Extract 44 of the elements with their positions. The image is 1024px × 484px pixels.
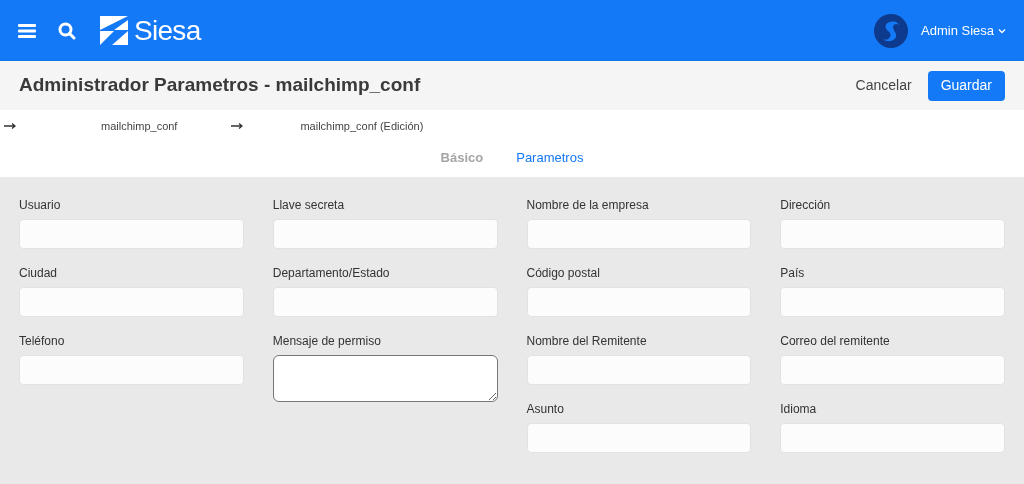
save-button[interactable]: Guardar [927,70,1005,101]
breadcrumb-item[interactable]: mailchimp_conf [101,117,178,135]
field-label: Idioma [780,402,818,417]
arrow-icon [231,123,244,129]
field-label: Ciudad [19,266,59,281]
tab[interactable]: Básico [440,147,484,168]
field-label: Mensaje de permiso [272,334,382,349]
input-field[interactable] [272,219,498,249]
text-area[interactable] [272,355,498,402]
input-field[interactable] [780,219,1005,249]
input-field[interactable] [526,355,752,385]
search-icon[interactable] [58,21,76,40]
field-label: Teléfono [19,334,66,349]
field-label: Nombre de la empresa [526,198,650,213]
field-label: Llave secreta [272,198,346,213]
avatar-icon[interactable] [874,13,908,48]
caret-icon [998,27,1006,34]
logo-icon [100,16,128,45]
input-field[interactable] [526,287,752,317]
field-label: Dirección [780,198,832,213]
brand-name: Siesa [134,13,201,48]
cancel-link[interactable]: Cancelar [851,75,916,96]
input-field[interactable] [272,287,498,317]
page-title: Administrador Parametros - mailchimp_conf [19,73,421,98]
tab[interactable]: Parametros [516,147,584,168]
field-label: Correo del remitente [780,334,891,349]
field-label: Asunto [526,402,565,417]
input-field[interactable] [526,423,752,453]
menu-icon[interactable] [18,23,36,38]
field-label: Código postal [526,266,601,281]
field-label: País [780,266,806,281]
user-menu[interactable]: Admin Siesa [921,20,1006,41]
field-label: Nombre del Remitente [526,334,648,349]
field-label: Usuario [19,198,62,213]
input-field[interactable] [780,355,1005,385]
input-field[interactable] [19,287,244,317]
input-field[interactable] [19,355,244,385]
field-label: Departamento/Estado [272,266,391,281]
arrow-icon [4,123,16,129]
input-field[interactable] [780,287,1005,317]
input-field[interactable] [526,219,752,249]
input-field[interactable] [780,423,1005,453]
input-field[interactable] [19,219,244,249]
breadcrumb-item[interactable]: mailchimp_conf (Edición) [300,117,424,135]
